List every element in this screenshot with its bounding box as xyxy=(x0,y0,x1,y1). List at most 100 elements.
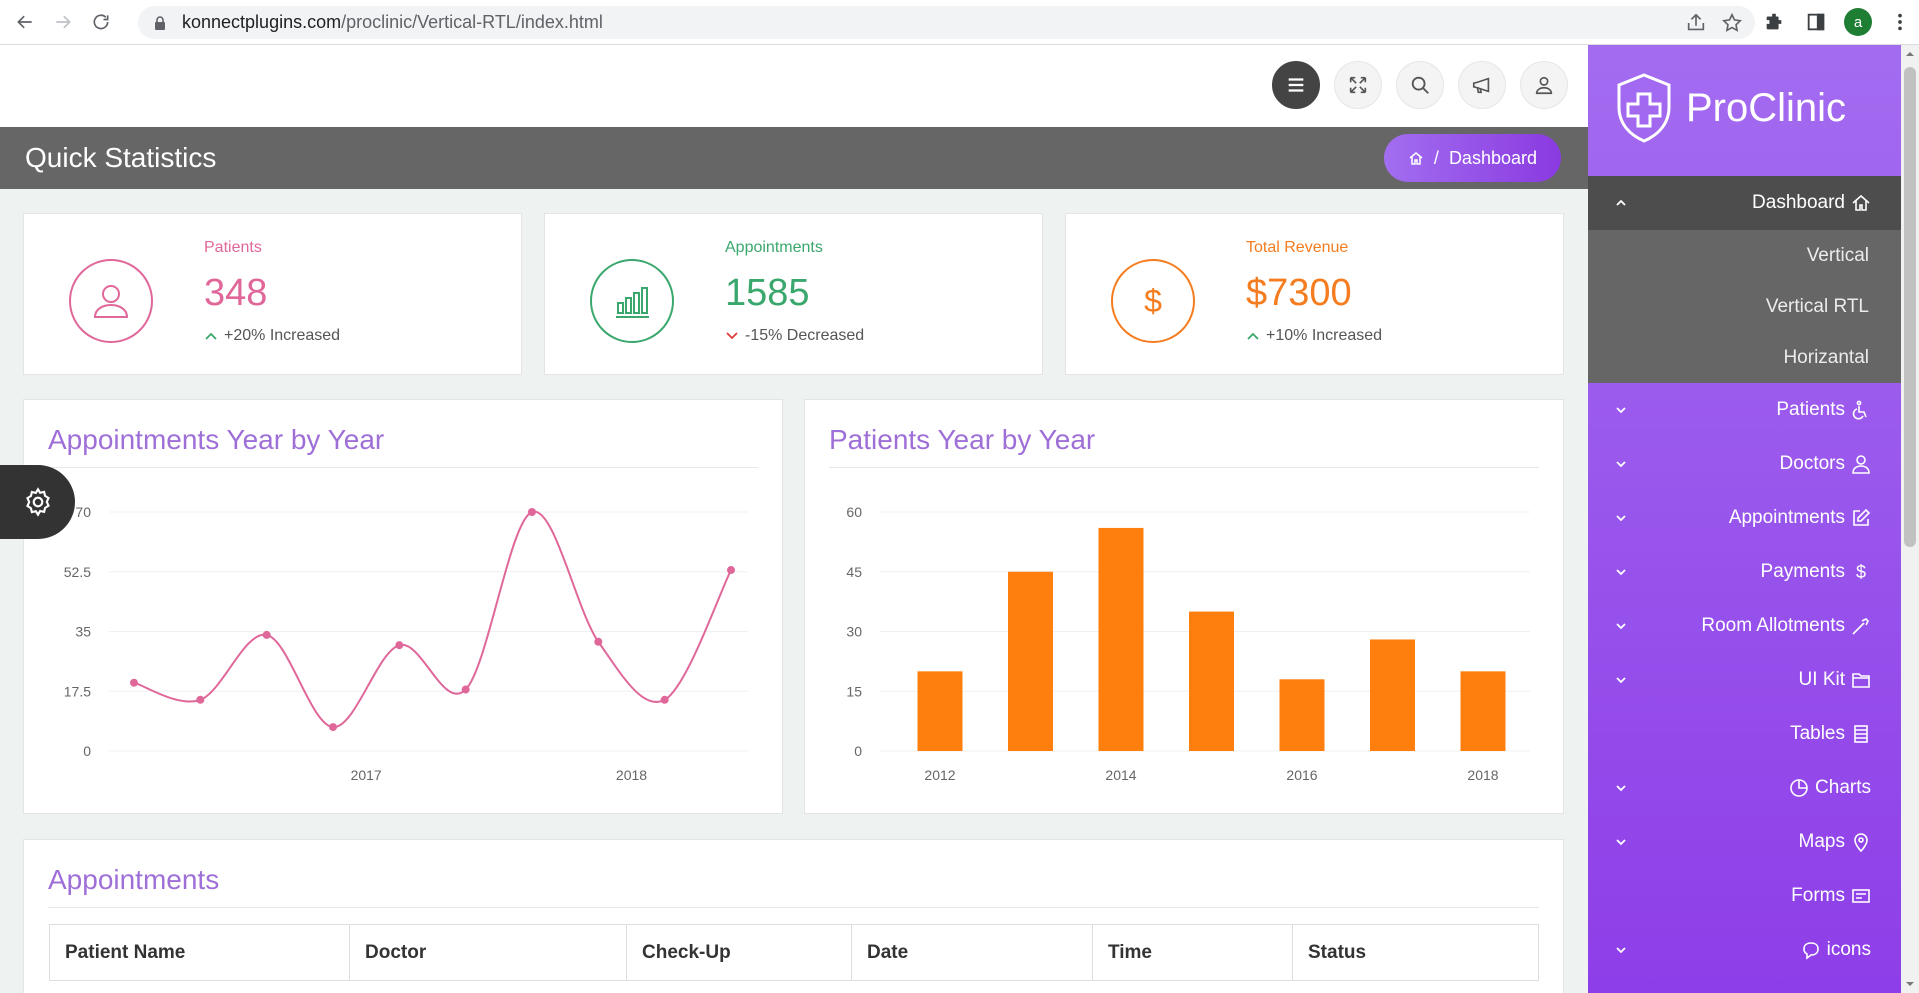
extensions-icon[interactable] xyxy=(1760,8,1788,36)
stat-change-text: +10% Increased xyxy=(1266,327,1383,344)
reload-icon[interactable] xyxy=(84,5,118,39)
x-tick-label: 2018 xyxy=(616,767,647,783)
scrollbar-thumb[interactable] xyxy=(1904,67,1916,547)
appointments-table: Patient Name Doctor Check-Up Date Time S… xyxy=(49,924,1539,981)
side-panel-icon[interactable] xyxy=(1802,8,1830,36)
column-header[interactable]: Check-Up xyxy=(626,924,852,981)
sidebar-item-label: Forms xyxy=(1791,885,1845,906)
menu-icon[interactable] xyxy=(1272,61,1320,109)
chevron-down-icon xyxy=(1616,461,1626,468)
share-icon[interactable] xyxy=(1685,12,1707,34)
x-tick-label: 2017 xyxy=(351,767,382,783)
user-icon[interactable] xyxy=(1520,61,1568,109)
bar xyxy=(1008,571,1053,751)
megaphone-icon[interactable] xyxy=(1458,61,1506,109)
page-scrollbar[interactable] xyxy=(1901,45,1919,993)
y-tick-label: 60 xyxy=(846,504,862,520)
browser-menu-icon[interactable] xyxy=(1886,8,1914,36)
back-icon[interactable] xyxy=(8,5,42,39)
scroll-down-icon[interactable] xyxy=(1905,979,1915,989)
stat-change-text: -15% Decreased xyxy=(745,327,865,344)
map-pin-icon xyxy=(1851,832,1871,852)
stat-card-revenue: $ Total Revenue $7300 +10% Increased xyxy=(1065,213,1564,375)
browser-toolbar: konnectplugins.com/proclinic/Vertical-RT… xyxy=(0,0,1919,45)
bar xyxy=(917,671,963,751)
column-header[interactable]: Doctor xyxy=(349,924,627,981)
fullscreen-icon[interactable] xyxy=(1334,61,1382,109)
submenu-item-vertical[interactable]: Vertical xyxy=(1588,230,1901,281)
stat-change: +20% Increased xyxy=(204,327,340,345)
chevron-down-icon xyxy=(1616,515,1626,522)
sidebar-item-charts[interactable]: Charts xyxy=(1588,761,1901,815)
submenu-item-vertical-rtl[interactable]: Vertical RTL xyxy=(1588,281,1901,332)
sidebar-item-icons[interactable]: icons xyxy=(1588,923,1901,977)
column-header[interactable]: Patient Name xyxy=(49,924,350,981)
sidebar-item-payments[interactable]: Payments $ xyxy=(1588,545,1901,599)
stat-value: $7300 xyxy=(1246,272,1352,314)
x-tick-label: 2014 xyxy=(1105,767,1136,783)
profile-avatar[interactable]: a xyxy=(1844,8,1872,36)
sidebar-item-label: UI Kit xyxy=(1798,669,1845,690)
user-icon xyxy=(69,259,153,343)
breadcrumb-current[interactable]: Dashboard xyxy=(1449,148,1537,169)
bar xyxy=(1189,611,1234,751)
sidebar-item-appointments[interactable]: Appointments xyxy=(1588,491,1901,545)
stat-change: -15% Decreased xyxy=(725,327,864,345)
chevron-down-icon xyxy=(1616,785,1626,792)
sidebar-item-forms[interactable]: Forms xyxy=(1588,869,1901,923)
scroll-up-icon[interactable] xyxy=(1905,49,1915,59)
appointments-line-chart: 0 17.5 35 52.5 70 2017 2018 xyxy=(64,504,748,783)
y-tick-label: 17.5 xyxy=(64,683,91,699)
star-icon[interactable] xyxy=(1721,12,1743,34)
sidebar-item-ui-kit[interactable]: UI Kit xyxy=(1588,653,1901,707)
patients-bar-chart: 0 15 30 45 60 2012 2014 2016 2018 xyxy=(846,504,1530,783)
data-point xyxy=(528,508,536,516)
breadcrumb[interactable]: / Dashboard xyxy=(1383,134,1561,182)
forward-icon[interactable] xyxy=(46,5,80,39)
bed-icon xyxy=(1851,616,1871,636)
shield-cross-icon xyxy=(1617,73,1671,143)
chat-icon xyxy=(1801,940,1821,960)
sidebar-item-label: Appointments xyxy=(1728,507,1845,528)
chevron-down-icon xyxy=(1616,947,1626,954)
edit-icon xyxy=(1851,508,1871,528)
form-icon xyxy=(1851,886,1871,906)
column-header[interactable]: Status xyxy=(1292,924,1539,981)
data-point xyxy=(594,637,603,646)
column-header[interactable]: Time xyxy=(1092,924,1293,981)
appointments-table-panel: Appointments Patient Name Doctor Check-U… xyxy=(23,839,1564,993)
url-text: konnectplugins.com/proclinic/Vertical-RT… xyxy=(182,12,603,33)
stat-value: 348 xyxy=(204,272,268,314)
arrow-up-icon xyxy=(205,332,217,340)
url-domain: konnectplugins.com xyxy=(182,12,342,32)
appointments-chart-panel: Appointments Year by Year 0 17.5 35 52.5 70 2… xyxy=(23,399,783,814)
dollar-icon: $ xyxy=(1851,562,1871,582)
sidebar-item-room-allotments[interactable]: Room Allotments xyxy=(1588,599,1901,653)
brand-name: ProClinic xyxy=(1686,85,1847,130)
lock-icon xyxy=(155,15,165,30)
brand-logo[interactable]: ProClinic xyxy=(1614,72,1846,144)
chevron-down-icon xyxy=(1616,839,1626,846)
sidebar-item-label: Charts xyxy=(1815,777,1871,798)
submenu-item-horizantal[interactable]: Horizantal xyxy=(1588,332,1901,383)
column-header[interactable]: Date xyxy=(851,924,1093,981)
wheelchair-icon xyxy=(1851,400,1871,420)
sidebar-item-dashboard[interactable]: Dashboard xyxy=(1588,176,1901,230)
y-tick-label: 0 xyxy=(83,743,91,759)
sidebar-item-tables[interactable]: Tables xyxy=(1588,707,1901,761)
x-tick-label: 2012 xyxy=(924,767,955,783)
search-icon[interactable] xyxy=(1396,61,1444,109)
sidebar-item-label: icons xyxy=(1826,939,1871,960)
stat-label: Appointments xyxy=(725,239,823,256)
settings-gear-button[interactable] xyxy=(0,465,75,539)
series-line xyxy=(133,510,732,729)
sidebar-item-doctors[interactable]: Doctors xyxy=(1588,437,1901,491)
bar xyxy=(1460,671,1506,751)
data-point xyxy=(196,695,205,704)
sidebar-item-patients[interactable]: Patients xyxy=(1588,383,1901,437)
stat-card-patients: Patients 348 +20% Increased xyxy=(23,213,522,375)
sidebar-item-maps[interactable]: Maps xyxy=(1588,815,1901,869)
doctor-icon xyxy=(1851,454,1871,474)
address-bar[interactable]: konnectplugins.com/proclinic/Vertical-RT… xyxy=(138,6,1755,39)
y-tick-label: 35 xyxy=(75,624,91,640)
